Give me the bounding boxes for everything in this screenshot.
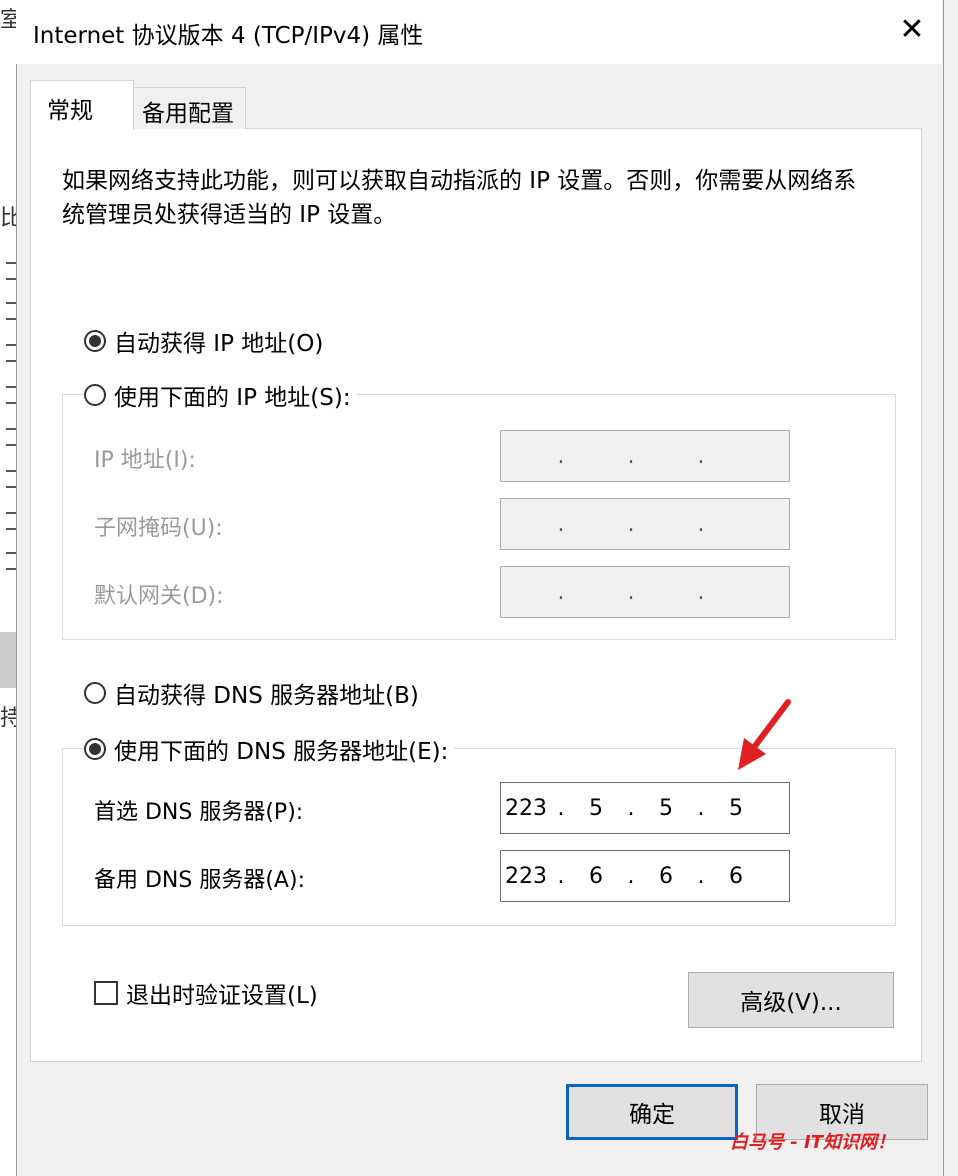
- background-window: [0, 0, 17, 1176]
- octet[interactable]: 5: [641, 796, 691, 821]
- default-gateway-label: 默认网关(D):: [94, 584, 224, 609]
- ip-address-field: . . .: [500, 430, 790, 482]
- ok-button[interactable]: 确定: [566, 1084, 738, 1140]
- octet-separator: .: [627, 579, 635, 605]
- manual-ip-radio-option[interactable]: 使用下面的 IP 地址(S):: [84, 378, 357, 412]
- octet[interactable]: 6: [711, 864, 761, 889]
- octet-separator: .: [557, 579, 565, 605]
- validate-settings-option[interactable]: 退出时验证设置(L): [94, 976, 324, 1010]
- octet[interactable]: 223: [501, 864, 551, 889]
- octet-separator: .: [627, 511, 635, 537]
- octet[interactable]: 6: [571, 864, 621, 889]
- tab-alternate-config[interactable]: 备用配置: [134, 87, 246, 129]
- watermark: 白马号 - IT知识网！: [730, 1132, 895, 1153]
- auto-dns-label: 自动获得 DNS 服务器地址(B): [114, 683, 419, 709]
- octet-separator: .: [557, 511, 565, 537]
- octet-separator: .: [627, 443, 635, 469]
- preferred-dns-label: 首选 DNS 服务器(P):: [94, 800, 304, 825]
- octet-separator: .: [697, 795, 705, 821]
- octet[interactable]: 5: [571, 796, 621, 821]
- subnet-mask-label: 子网掩码(U):: [94, 516, 223, 541]
- octet-separator: .: [627, 795, 635, 821]
- octet[interactable]: 6: [641, 864, 691, 889]
- auto-ip-radio-option[interactable]: 自动获得 IP 地址(O): [84, 324, 330, 358]
- preferred-dns-field[interactable]: 223. 5. 5. 5: [500, 782, 790, 834]
- octet[interactable]: 5: [711, 796, 761, 821]
- auto-dns-radio-option[interactable]: 自动获得 DNS 服务器地址(B): [84, 676, 425, 710]
- subnet-mask-field: . . .: [500, 498, 790, 550]
- alternate-dns-label: 备用 DNS 服务器(A):: [94, 868, 305, 893]
- manual-ip-label: 使用下面的 IP 地址(S):: [114, 385, 351, 411]
- description-text: 如果网络支持此功能，则可以获取自动指派的 IP 设置。否则，你需要从网络系统管理…: [62, 168, 857, 228]
- auto-ip-label: 自动获得 IP 地址(O): [114, 331, 324, 357]
- validate-settings-label: 退出时验证设置(L): [126, 983, 318, 1009]
- octet-separator: .: [557, 795, 565, 821]
- alternate-dns-field[interactable]: 223. 6. 6. 6: [500, 850, 790, 902]
- auto-ip-radio[interactable]: [84, 330, 106, 352]
- tab-general-label: 常规: [47, 98, 93, 124]
- octet-separator: .: [557, 863, 565, 889]
- tab-general[interactable]: 常规: [30, 80, 134, 130]
- annotation-arrow-icon: [738, 699, 791, 770]
- validate-settings-checkbox[interactable]: [94, 981, 118, 1005]
- octet-separator: .: [697, 863, 705, 889]
- octet-separator: .: [697, 443, 705, 469]
- default-gateway-field: . . .: [500, 566, 790, 618]
- tab-alternate-config-label: 备用配置: [142, 101, 234, 127]
- manual-dns-radio[interactable]: [84, 738, 106, 760]
- dialog-title: Internet 协议版本 4 (TCP/IPv4) 属性: [33, 23, 424, 49]
- close-icon[interactable]: ✕: [896, 12, 928, 48]
- octet-separator: .: [557, 443, 565, 469]
- advanced-button[interactable]: 高级(V)...: [688, 972, 894, 1028]
- manual-dns-label: 使用下面的 DNS 服务器地址(E):: [114, 739, 449, 765]
- manual-dns-radio-option[interactable]: 使用下面的 DNS 服务器地址(E):: [84, 732, 455, 766]
- ip-address-label: IP 地址(I):: [94, 448, 196, 473]
- octet-separator: .: [697, 511, 705, 537]
- octet-separator: .: [697, 579, 705, 605]
- background-selection: [0, 632, 16, 688]
- octet-separator: .: [627, 863, 635, 889]
- manual-ip-radio[interactable]: [84, 384, 106, 406]
- octet[interactable]: 223: [501, 796, 551, 821]
- auto-dns-radio[interactable]: [84, 682, 106, 704]
